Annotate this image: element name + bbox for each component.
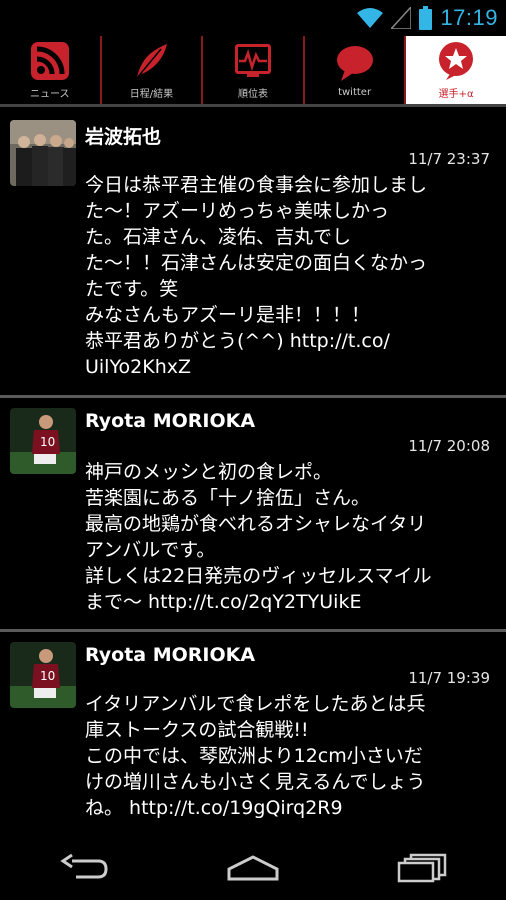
avatar: 10: [10, 408, 76, 474]
wifi-icon: [357, 8, 384, 28]
status-bar: 17:19: [0, 0, 506, 36]
tab-news-label: ニュース: [30, 88, 70, 100]
home-icon: [227, 855, 279, 881]
tab-players-label: 選手+α: [438, 88, 474, 100]
tweet-author: Ryota MORIOKA: [85, 644, 256, 666]
tab-players[interactable]: 選手+α: [406, 36, 506, 104]
status-time: 17:19: [440, 5, 498, 30]
navigation-bar: [0, 836, 506, 900]
tweet-author: Ryota MORIOKA: [85, 410, 256, 432]
tweet-body: イタリアンバルで食レポをしたあとは兵 庫ストークスの試合観戦!! この中では、琴…: [85, 691, 495, 821]
back-icon: [60, 853, 108, 879]
recent-apps-icon: [397, 853, 446, 883]
tweet-line: 詳しくは22日発売のヴィッセルスマイル: [85, 565, 432, 587]
tab-news[interactable]: ニュース: [0, 36, 102, 104]
tweet-item[interactable]: 10 Ryota MORIOKA 11/7 19:39 イタリアンバルで食レポを…: [0, 632, 506, 836]
tab-bar: ニュース 日程/結果 順位表 twitter 選手+α: [0, 36, 506, 104]
tweet-line: ね。 http://t.co/19gQirq2R9: [85, 797, 343, 819]
tweet-line: みなさんもアズーリ是非！！！！: [85, 304, 371, 326]
tweet-line: た〜！！石津さんは安定の面白くなかっ: [85, 252, 428, 274]
tweet-line: 苦楽園にある「十ノ捨伍」さん。: [85, 487, 371, 509]
rss-icon: [30, 41, 69, 80]
svg-text:10: 10: [40, 669, 55, 683]
tweet-body: 今日は恭平君主催の食事会に参加しまし た〜！アズーリめっちゃ美味しかっ た。石津…: [85, 172, 495, 380]
tweet-line: 恭平君ありがとう(^^) http://t.co/: [85, 330, 390, 352]
tweet-time: 11/7 19:39: [408, 669, 490, 687]
tweet-line: 今日は恭平君主催の食事会に参加しまし: [85, 174, 428, 196]
tweet-time: 11/7 23:37: [408, 150, 490, 168]
battery-icon: [419, 6, 433, 30]
tab-schedule-label: 日程/結果: [129, 88, 174, 100]
recent-apps-button[interactable]: [382, 843, 462, 893]
tweet-item[interactable]: 10 Ryota MORIOKA 11/7 20:08 神戸のメッシと初の食レポ…: [0, 398, 506, 628]
tweet-line: アンバルです。: [85, 539, 216, 561]
svg-text:10: 10: [40, 435, 55, 449]
avatar: [10, 120, 76, 186]
tweet-body: 神戸のメッシと初の食レポ。 苦楽園にある「十ノ捨伍」さん。 最高の地鶏が食べれる…: [85, 459, 495, 615]
tab-standings-label: 順位表: [237, 88, 268, 100]
back-button[interactable]: [44, 843, 124, 893]
speech-bubble-icon: [336, 45, 373, 81]
tweet-author: 岩波拓也: [85, 126, 162, 148]
chart-icon: [234, 43, 271, 77]
tweet-line: イタリアンバルで食レポをしたあとは兵: [85, 693, 426, 715]
tweet-line: た〜！アズーリめっちゃ美味しかっ: [85, 200, 390, 222]
tweet-line: 神戸のメッシと初の食レポ。: [85, 461, 333, 483]
tab-schedule[interactable]: 日程/結果: [102, 36, 204, 104]
star-icon: [439, 41, 474, 80]
home-button[interactable]: [213, 843, 293, 893]
tab-twitter-label: twitter: [338, 86, 372, 98]
tweet-line: UilYo2KhxZ: [85, 356, 192, 378]
tweet-item[interactable]: 岩波拓也 11/7 23:37 今日は恭平君主催の食事会に参加しまし た〜！アズ…: [0, 107, 506, 394]
tweet-time: 11/7 20:08: [408, 437, 490, 455]
tweet-line: 最高の地鶏が食べれるオシャレなイタリ: [85, 513, 427, 535]
signal-icon: [391, 7, 412, 29]
tab-standings[interactable]: 順位表: [203, 36, 305, 104]
feather-icon: [136, 43, 168, 78]
tweet-line: た。石津さん、凌佑、吉丸でし: [85, 226, 352, 248]
tweet-line: たです。笑: [85, 278, 179, 300]
avatar: 10: [10, 642, 76, 708]
status-icons: 17:19: [357, 4, 498, 32]
tweet-line: この中では、琴欧洲より12cm小さいだ: [85, 745, 423, 767]
tweet-line: けの増川さんも小さく見えるんでしょう: [85, 771, 426, 793]
tab-twitter[interactable]: twitter: [305, 36, 407, 104]
tweet-line: まで〜 http://t.co/2qY2TYUikE: [85, 591, 362, 613]
tweet-line: 庫ストークスの試合観戦!!: [85, 719, 309, 741]
